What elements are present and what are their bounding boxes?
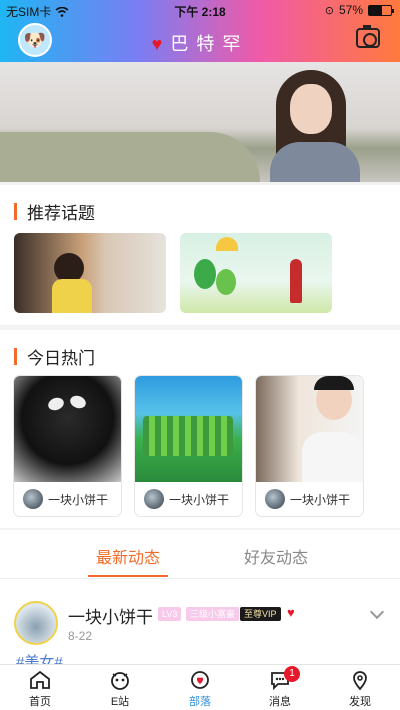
tribe-icon — [188, 669, 212, 691]
post-author[interactable]: 一块小饼干 — [68, 603, 153, 628]
bottom-tab-bar: 首页 E站 部落 1 消息 发现 — [0, 664, 400, 710]
feed-tabs: 最新动态 好友动态 — [0, 530, 400, 578]
unread-badge: 1 — [284, 666, 300, 682]
location-pin-icon — [348, 669, 372, 691]
tab-friends[interactable]: 好友动态 — [244, 544, 308, 568]
section-title: 推荐话题 — [27, 204, 95, 223]
feed-post[interactable]: 一块小饼干 LV3 三级小富豪 至尊VIP ♥ 8-22 #美女# — [0, 578, 400, 671]
avatar — [23, 489, 43, 509]
hot-card[interactable]: 一块小饼干 — [14, 376, 121, 516]
status-bar: 无SIM卡 下午 2:18 ⊙ 57% — [0, 0, 400, 20]
chevron-down-icon[interactable] — [369, 604, 385, 620]
tab-e-station[interactable]: E站 — [80, 669, 160, 709]
avatar — [265, 489, 285, 509]
page-title: ♥ 巴特罕 — [151, 34, 249, 54]
tab-home[interactable]: 首页 — [0, 669, 80, 709]
battery-icon — [368, 4, 394, 16]
topic-card[interactable] — [180, 233, 332, 313]
hot-card[interactable]: 一块小饼干 — [256, 376, 363, 516]
hot-card-user: 一块小饼干 — [290, 492, 351, 507]
level-badge: LV3 — [158, 607, 182, 621]
rank-badge: 三级小富豪 — [186, 607, 240, 621]
top-nav: 🐶 ♥ 巴特罕 — [0, 20, 400, 62]
orientation-lock-icon: ⊙ — [324, 4, 334, 17]
heart-icon: ♥ — [151, 34, 163, 54]
app-header: 无SIM卡 下午 2:18 ⊙ 57% 🐶 ♥ 巴特罕 — [0, 0, 400, 62]
battery-percent: 57% — [338, 3, 363, 17]
banner-image[interactable] — [0, 62, 400, 182]
topic-card[interactable] — [14, 233, 166, 313]
recommended-topics-section: 推荐话题 — [0, 185, 400, 325]
tab-underline — [88, 575, 168, 577]
tab-latest[interactable]: 最新动态 — [96, 544, 160, 568]
camera-icon[interactable] — [356, 25, 380, 48]
vip-badge: 至尊VIP — [240, 607, 281, 621]
post-date: 8-22 — [68, 629, 93, 643]
section-title: 今日热门 — [27, 349, 95, 368]
today-hot-section: 今日热门 一块小饼干 一块小饼干 一块小饼干 — [0, 330, 400, 528]
tab-discover[interactable]: 发现 — [320, 669, 400, 709]
avatar[interactable] — [14, 601, 58, 645]
home-icon — [28, 669, 52, 691]
tab-messages[interactable]: 1 消息 — [240, 666, 320, 709]
hot-card-user: 一块小饼干 — [48, 492, 109, 507]
hot-card[interactable]: 一块小饼干 — [135, 376, 242, 516]
e-station-icon — [108, 669, 132, 691]
tab-tribe[interactable]: 部落 — [160, 669, 240, 709]
heart-icon: ♥ — [287, 605, 295, 620]
hot-card-user: 一块小饼干 — [169, 492, 230, 507]
avatar — [144, 489, 164, 509]
